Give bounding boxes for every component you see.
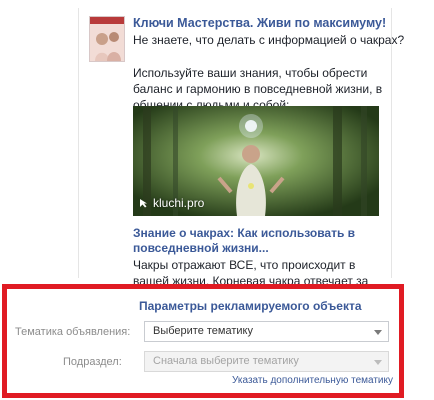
subsection-select-value: Сначала выберите тематику [153, 355, 299, 367]
ad-link-title[interactable]: Знание о чакрах: Как использовать в повс… [133, 226, 383, 256]
ad-object-params-panel: Параметры рекламируемого объекта Тематик… [2, 284, 404, 398]
image-domain-label: kluchi.pro [139, 196, 204, 210]
avatar-brand-strip [90, 17, 124, 24]
topic-select[interactable]: Выберите тематику [144, 321, 389, 342]
ad-image[interactable]: kluchi.pro [133, 106, 379, 216]
topic-select-value: Выберите тематику [153, 325, 253, 337]
ad-lead-text: Не знаете, что делать с информацией о ча… [133, 33, 405, 47]
avatar-photo [90, 24, 124, 61]
subsection-select[interactable]: Сначала выберите тематику [144, 351, 389, 372]
image-domain-text: kluchi.pro [153, 196, 205, 210]
topic-label: Тематика объявления: [15, 326, 131, 338]
add-extra-topic-link[interactable]: Указать дополнительную тематику [232, 375, 393, 386]
ad-title[interactable]: Ключи Мастерства. Живи по максимуму! [133, 16, 386, 30]
ad-preview-card: Ключи Мастерства. Живи по максимуму! Не … [78, 8, 404, 304]
params-title: Параметры рекламируемого объекта [139, 299, 362, 313]
advertiser-avatar[interactable] [89, 16, 125, 62]
chevron-down-icon [374, 360, 382, 365]
subsection-label: Подраздел: [63, 356, 122, 368]
chevron-down-icon [374, 330, 382, 335]
link-arrow-icon [139, 198, 149, 208]
